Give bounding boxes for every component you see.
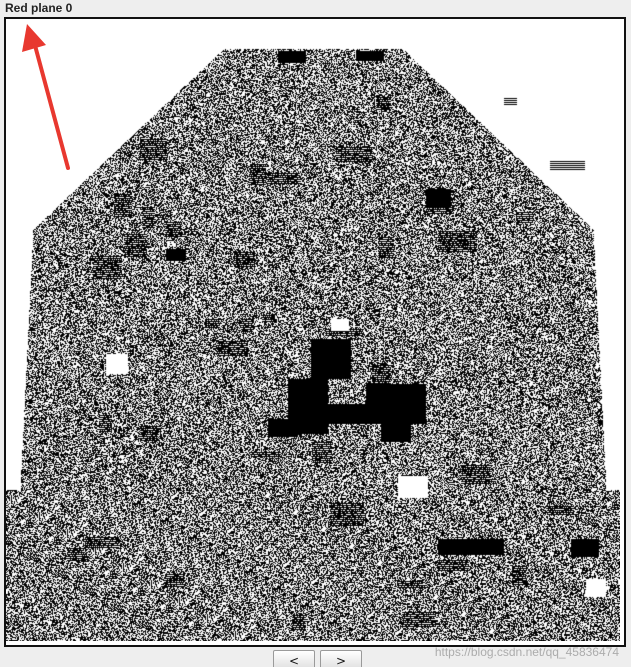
- bit-plane-image: [4, 17, 626, 647]
- stegsolve-window: Red plane 0 < > https://blog.csdn.net/qq…: [0, 0, 631, 667]
- bit-plane-canvas: [6, 19, 620, 641]
- next-plane-button[interactable]: >: [320, 650, 362, 667]
- plane-title: Red plane 0: [5, 1, 73, 15]
- watermark-text: https://blog.csdn.net/qq_45836474: [434, 645, 619, 659]
- previous-plane-button[interactable]: <: [273, 650, 315, 667]
